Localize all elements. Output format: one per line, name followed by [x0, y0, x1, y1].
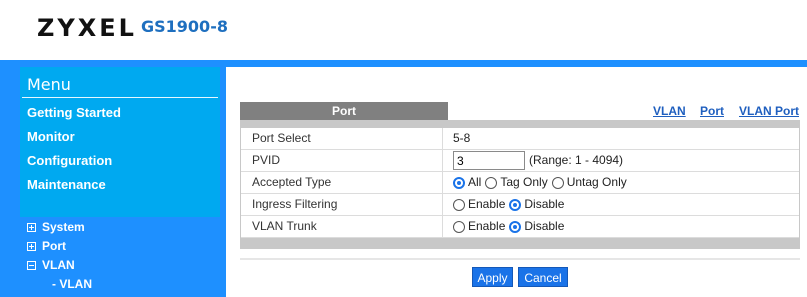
model-name: GS1900-8 [141, 17, 228, 36]
accepted-type-all-option[interactable]: All [453, 172, 481, 193]
radio-untag-only-label: Untag Only [566, 175, 627, 189]
content-panel: Port VLAN Port VLAN Port Port Select 5-8… [226, 67, 807, 297]
row-accepted-type: Accepted Type All Tag Only Untag Only [241, 172, 799, 194]
tree-item-label: VLAN [42, 258, 75, 272]
row-vlan-trunk: VLAN Trunk Enable Disable [241, 216, 799, 238]
menu-item-maintenance[interactable]: Maintenance [27, 177, 106, 192]
table-footer-strip [240, 238, 800, 249]
accepted-type-untag-only-option[interactable]: Untag Only [551, 172, 627, 193]
tree-item-vlan[interactable]: VLAN [27, 258, 75, 272]
ingress-disable-option[interactable]: Disable [509, 194, 564, 215]
trunk-enable-option[interactable]: Enable [453, 216, 505, 237]
row-pvid: PVID (Range: 1 - 4094) [241, 150, 799, 172]
expand-icon[interactable] [27, 222, 36, 232]
tree-item-label: Port [42, 239, 66, 253]
radio-tag-only[interactable] [485, 176, 498, 189]
menu-panel: Menu Getting Started Monitor Configurati… [20, 67, 220, 217]
menu-item-monitor[interactable]: Monitor [27, 129, 75, 144]
apply-button[interactable]: Apply [472, 267, 513, 287]
radio-trunk-enable[interactable] [453, 220, 465, 233]
tree-item-port[interactable]: Port [27, 239, 66, 253]
radio-untag-only[interactable] [551, 176, 564, 189]
link-port[interactable]: Port [700, 104, 724, 118]
vlan-trunk-options: Enable Disable [453, 216, 568, 237]
accepted-type-label: Accepted Type [241, 172, 443, 193]
cancel-button[interactable]: Cancel [518, 267, 568, 287]
pvid-range: (Range: 1 - 4094) [529, 153, 624, 167]
accepted-type-tag-only-option[interactable]: Tag Only [485, 172, 548, 193]
ingress-filtering-options: Enable Disable [453, 194, 568, 215]
tree-subitem-vlan[interactable]: - VLAN [52, 277, 92, 291]
pvid-input[interactable] [453, 151, 525, 170]
collapse-icon[interactable] [27, 260, 36, 270]
divider [240, 258, 800, 260]
radio-all-label: All [468, 175, 482, 189]
radio-trunk-enable-label: Enable [468, 219, 506, 233]
ingress-filtering-label: Ingress Filtering [241, 194, 443, 215]
header: ZYXEL GS1900-8 [0, 0, 807, 60]
port-settings-table: Port Select 5-8 PVID (Range: 1 - 4094) A… [240, 128, 800, 241]
vlan-trunk-label: VLAN Trunk [241, 216, 443, 237]
radio-ingress-enable[interactable] [453, 198, 465, 211]
radio-trunk-disable[interactable] [509, 220, 522, 233]
pvid-value: (Range: 1 - 4094) [453, 150, 623, 171]
row-ingress-filtering: Ingress Filtering Enable Disable [241, 194, 799, 216]
trunk-disable-option[interactable]: Disable [509, 216, 564, 237]
port-select-value: 5-8 [453, 131, 471, 145]
tab-port-active: Port [240, 102, 448, 120]
pvid-label: PVID [241, 150, 443, 171]
row-port-select: Port Select 5-8 [241, 128, 799, 150]
port-select-label: Port Select [241, 128, 443, 149]
radio-trunk-disable-label: Disable [524, 219, 565, 233]
menu-title: Menu [27, 75, 71, 94]
link-vlan-port[interactable]: VLAN Port [739, 104, 799, 118]
ingress-enable-option[interactable]: Enable [453, 194, 505, 215]
accepted-type-options: All Tag Only Untag Only [453, 172, 631, 193]
menu-item-configuration[interactable]: Configuration [27, 153, 112, 168]
radio-ingress-disable-label: Disable [524, 197, 565, 211]
link-vlan[interactable]: VLAN [653, 104, 686, 118]
zyxel-logo: ZYXEL [37, 14, 137, 42]
menu-item-getting-started[interactable]: Getting Started [27, 105, 121, 120]
tree-item-system[interactable]: System [27, 220, 85, 234]
radio-ingress-enable-label: Enable [468, 197, 506, 211]
radio-ingress-disable[interactable] [509, 198, 522, 211]
radio-all[interactable] [453, 176, 465, 189]
menu-divider [22, 97, 218, 98]
tree-item-label: System [42, 220, 85, 234]
tab-bar: Port VLAN Port VLAN Port [240, 102, 800, 120]
radio-tag-only-label: Tag Only [500, 175, 548, 189]
expand-icon[interactable] [27, 241, 36, 251]
table-header-strip [240, 120, 800, 128]
